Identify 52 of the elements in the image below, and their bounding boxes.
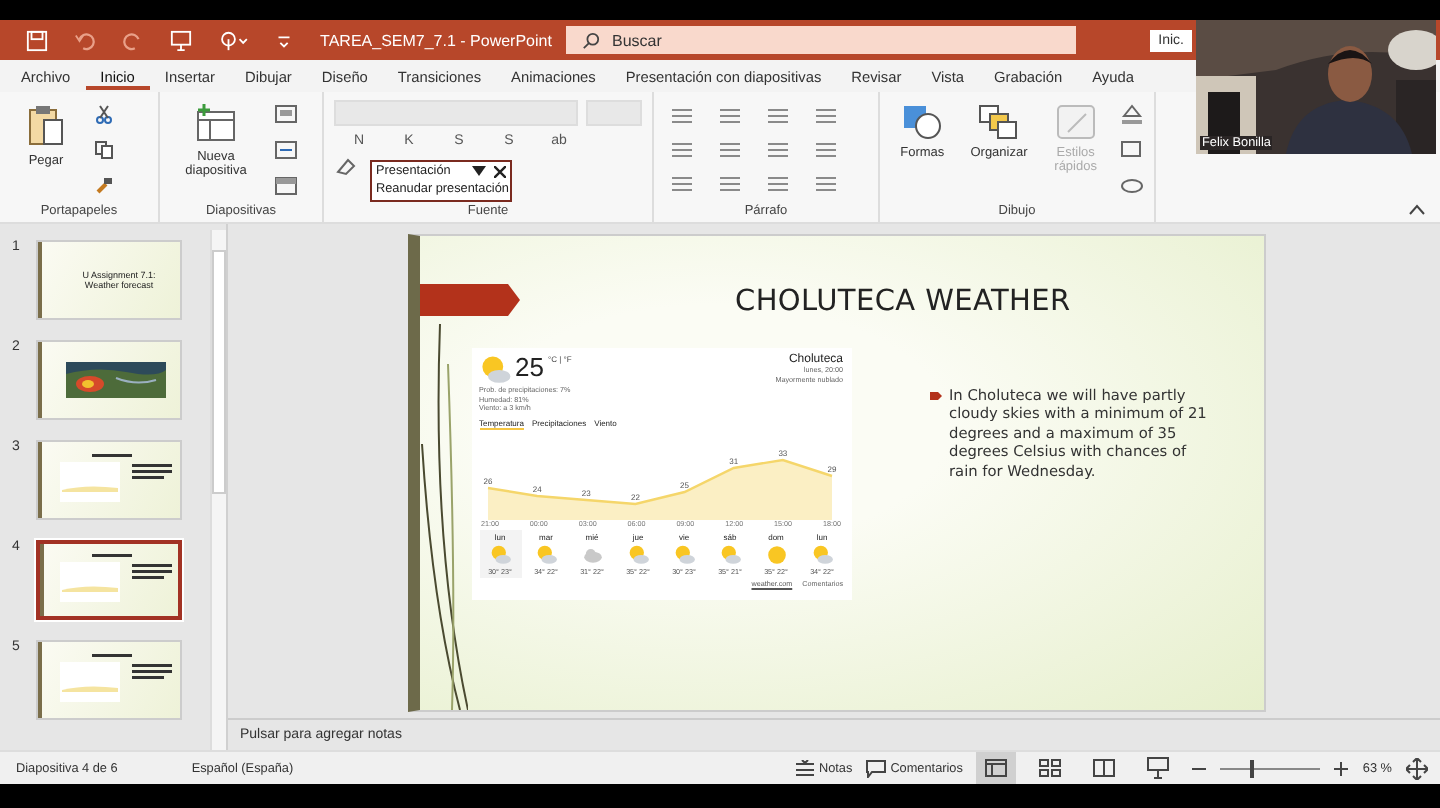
sun-cloud-icon xyxy=(719,543,741,565)
weather-card-drawing xyxy=(55,554,175,606)
shapes-icon xyxy=(902,104,943,140)
slide-title: CHOLUTECA WEATHER xyxy=(735,286,1071,318)
search-field[interactable]: Buscar xyxy=(566,26,1076,54)
close-icon[interactable] xyxy=(494,165,506,177)
touch-icon[interactable] xyxy=(218,29,250,51)
sun-icon xyxy=(765,543,787,565)
font-name-field[interactable] xyxy=(334,100,578,126)
notes-icon xyxy=(796,760,815,776)
collapse-icon[interactable] xyxy=(1408,204,1426,216)
slide-plus-icon xyxy=(194,104,238,144)
zoom-handle[interactable] xyxy=(1250,759,1255,777)
temperature: 25 xyxy=(515,354,544,382)
clipboard-icon xyxy=(26,104,66,148)
reset-icon[interactable] xyxy=(274,140,302,160)
arrow-banner-shape xyxy=(419,284,519,316)
search-icon xyxy=(582,31,600,49)
effects-icon[interactable] xyxy=(1119,176,1144,196)
zoom-in-icon[interactable] xyxy=(1334,761,1349,775)
fit-icon[interactable] xyxy=(1406,757,1428,779)
comment-icon xyxy=(866,759,887,777)
arrange-icon xyxy=(978,104,1019,140)
weather-card-drawing xyxy=(55,454,175,506)
slide-thumbnail[interactable] xyxy=(36,540,182,620)
window-title: TAREA_SEM7_7.1 - PowerPoint xyxy=(318,31,554,49)
copy-icon[interactable] xyxy=(94,140,114,160)
sun-cloud-icon xyxy=(479,354,511,386)
brush-icon[interactable] xyxy=(94,176,114,196)
eraser-icon[interactable] xyxy=(334,156,358,176)
sun-cloud-icon xyxy=(489,543,511,565)
scissors-icon[interactable] xyxy=(94,104,114,124)
sun-cloud-icon xyxy=(627,543,649,565)
section-icon[interactable] xyxy=(274,176,302,196)
cloud-icon xyxy=(581,543,603,565)
sun-cloud-icon xyxy=(811,543,833,565)
sun-cloud-icon xyxy=(673,543,695,565)
save-icon[interactable] xyxy=(26,29,48,51)
redo-icon[interactable] xyxy=(122,29,144,51)
normal-view-icon[interactable] xyxy=(976,752,1017,784)
scrollbar[interactable] xyxy=(210,230,226,750)
sun-cloud-icon xyxy=(535,543,557,565)
styles-icon xyxy=(1055,104,1096,140)
bullet-icon xyxy=(929,392,941,400)
layout-icon[interactable] xyxy=(274,104,302,124)
undo-icon[interactable] xyxy=(74,29,96,51)
dropdown-icon[interactable] xyxy=(472,166,486,176)
font-size-field[interactable] xyxy=(586,100,642,126)
outline-icon[interactable] xyxy=(1119,140,1144,160)
present-icon[interactable] xyxy=(170,29,192,51)
fill-icon[interactable] xyxy=(1119,104,1144,124)
weather-card-drawing xyxy=(55,654,175,706)
